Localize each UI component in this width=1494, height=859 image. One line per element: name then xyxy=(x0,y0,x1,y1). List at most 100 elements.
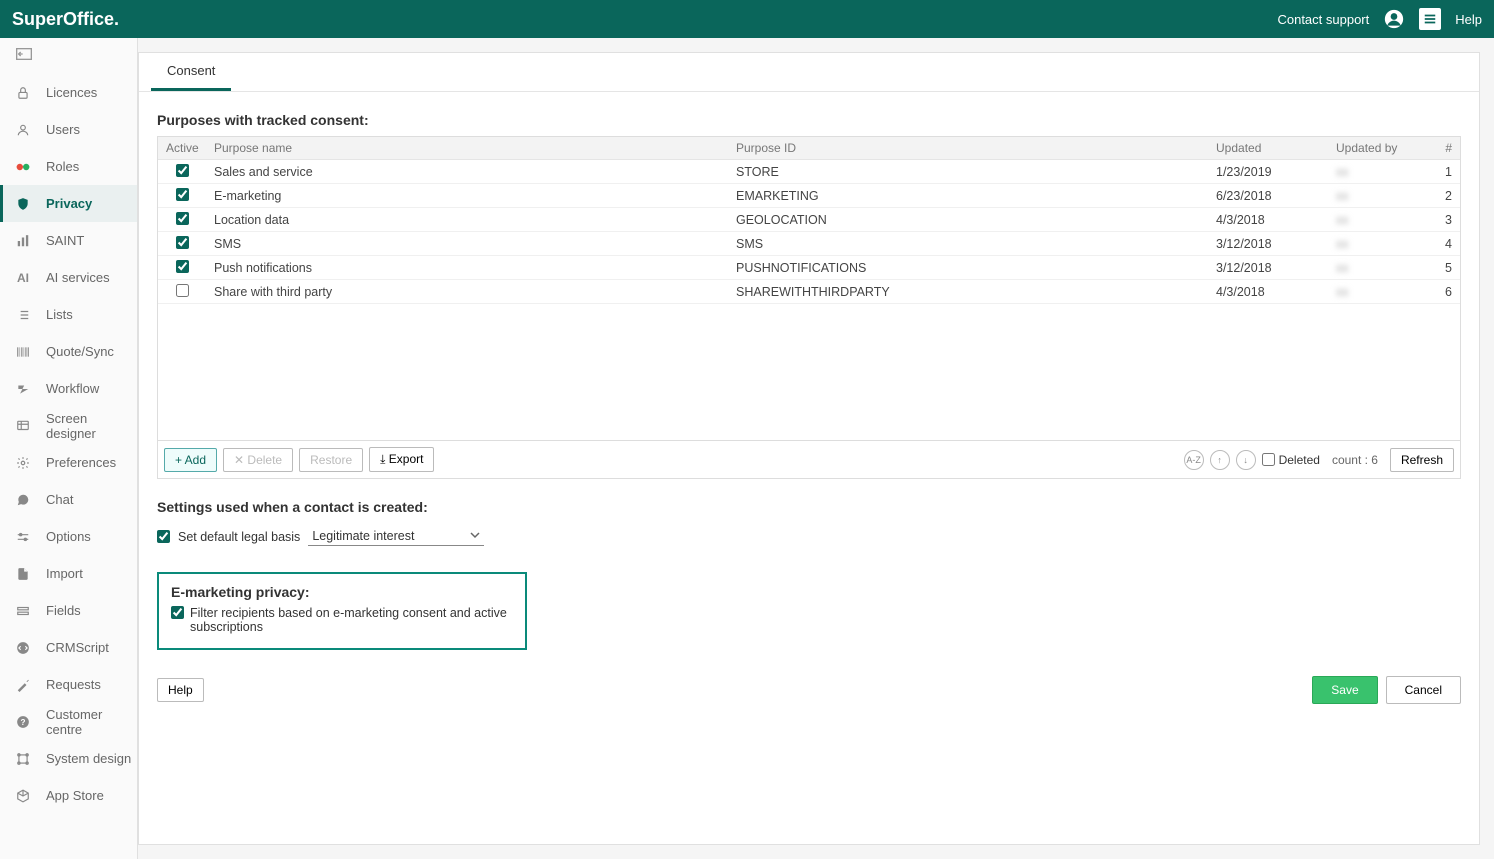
footer-bar: Help Save Cancel xyxy=(157,676,1461,704)
export-button[interactable]: ⤓ Export xyxy=(369,447,434,472)
sidebar-item-fields[interactable]: Fields xyxy=(0,592,137,629)
menu-icon[interactable] xyxy=(1419,8,1441,30)
table-row[interactable]: Sales and serviceSTORE1/23/2019xx1 xyxy=(158,160,1460,184)
sidebar-item-crmscript[interactable]: CRMScript xyxy=(0,629,137,666)
add-button[interactable]: + Add xyxy=(164,448,217,472)
sidebar-item-requests[interactable]: Requests xyxy=(0,666,137,703)
delete-button[interactable]: ✕ Delete xyxy=(223,448,293,472)
tabs: Consent xyxy=(139,53,1479,92)
sidebar-item-licences[interactable]: Licences xyxy=(0,74,137,111)
row-id: SMS xyxy=(728,233,1208,255)
legal-basis-select[interactable]: Legitimate interest xyxy=(308,527,484,546)
refresh-button[interactable]: Refresh xyxy=(1390,448,1454,472)
row-name: SMS xyxy=(206,233,728,255)
help-link[interactable]: Help xyxy=(1455,12,1482,27)
sidebar-item-system-design[interactable]: System design xyxy=(0,740,137,777)
cancel-button[interactable]: Cancel xyxy=(1386,676,1461,704)
brand-logo: SuperOffice. xyxy=(12,9,1277,30)
row-active-checkbox[interactable] xyxy=(176,212,189,225)
row-active-checkbox[interactable] xyxy=(176,236,189,249)
sidebar-item-quote-sync[interactable]: Quote/Sync xyxy=(0,333,137,370)
row-index: 2 xyxy=(1428,185,1460,207)
emarketing-privacy-box: E-marketing privacy: Filter recipients b… xyxy=(157,572,527,650)
sidebar-item-options[interactable]: Options xyxy=(0,518,137,555)
col-id[interactable]: Purpose ID xyxy=(728,137,1208,159)
list-icon xyxy=(14,306,32,324)
row-index: 5 xyxy=(1428,257,1460,279)
sidebar-item-saint[interactable]: SAINT xyxy=(0,222,137,259)
sidebar-item-workflow[interactable]: Workflow xyxy=(0,370,137,407)
sidebar-item-label: AI services xyxy=(46,270,110,285)
deleted-checkbox[interactable] xyxy=(1262,453,1275,466)
col-name[interactable]: Purpose name xyxy=(206,137,728,159)
user-icon[interactable] xyxy=(1383,8,1405,30)
sidebar-item-label: Lists xyxy=(46,307,73,322)
table-row[interactable]: SMSSMS3/12/2018xx4 xyxy=(158,232,1460,256)
sidebar-item-label: App Store xyxy=(46,788,104,803)
col-active[interactable]: Active xyxy=(158,137,206,159)
row-active-checkbox[interactable] xyxy=(176,284,189,297)
default-legal-basis-checkbox[interactable] xyxy=(157,530,170,543)
row-id: EMARKETING xyxy=(728,185,1208,207)
sidebar-item-roles[interactable]: Roles xyxy=(0,148,137,185)
sidebar-item-ai-services[interactable]: AIAI services xyxy=(0,259,137,296)
col-hash[interactable]: # xyxy=(1428,137,1460,159)
sidebar-item-lists[interactable]: Lists xyxy=(0,296,137,333)
options-icon xyxy=(14,528,32,546)
sort-az-icon[interactable]: A-Z xyxy=(1184,450,1204,470)
sidebar-item-label: Fields xyxy=(46,603,81,618)
sidebar-item-label: Customer centre xyxy=(46,707,137,737)
sidebar-item-chat[interactable]: Chat xyxy=(0,481,137,518)
deleted-toggle[interactable]: Deleted xyxy=(1262,453,1320,467)
default-legal-basis-label: Set default legal basis xyxy=(178,530,300,544)
sidebar-item-label: Import xyxy=(46,566,83,581)
col-updated[interactable]: Updated xyxy=(1208,137,1328,159)
sidebar-item-screen-designer[interactable]: Screen designer xyxy=(0,407,137,444)
collapse-sidebar-icon[interactable] xyxy=(0,48,137,68)
lock-icon xyxy=(14,84,32,102)
save-button[interactable]: Save xyxy=(1312,676,1377,704)
row-index: 6 xyxy=(1428,281,1460,303)
move-up-icon[interactable]: ↑ xyxy=(1210,450,1230,470)
user-icon xyxy=(14,121,32,139)
col-updatedby[interactable]: Updated by xyxy=(1328,137,1428,159)
restore-button[interactable]: Restore xyxy=(299,448,363,472)
help-button[interactable]: Help xyxy=(157,678,204,702)
sidebar-item-preferences[interactable]: Preferences xyxy=(0,444,137,481)
fields-icon xyxy=(14,602,32,620)
chat-icon xyxy=(14,491,32,509)
flow-icon xyxy=(14,380,32,398)
sidebar-item-label: SAINT xyxy=(46,233,84,248)
move-down-icon[interactable]: ↓ xyxy=(1236,450,1256,470)
row-updatedby: xx xyxy=(1328,257,1428,279)
legal-basis-value: Legitimate interest xyxy=(312,529,414,543)
sidebar-item-label: Requests xyxy=(46,677,101,692)
sidebar-item-customer-centre[interactable]: ? Customer centre xyxy=(0,703,137,740)
table-row[interactable]: Push notificationsPUSHNOTIFICATIONS3/12/… xyxy=(158,256,1460,280)
row-active-checkbox[interactable] xyxy=(176,188,189,201)
row-count: count : 6 xyxy=(1332,453,1378,467)
row-active-checkbox[interactable] xyxy=(176,164,189,177)
row-updated: 3/12/2018 xyxy=(1208,233,1328,255)
sidebar-item-label: CRMScript xyxy=(46,640,109,655)
filter-recipients-checkbox[interactable] xyxy=(171,606,184,619)
shield-icon xyxy=(14,195,32,213)
svg-text:?: ? xyxy=(21,717,26,726)
help-icon: ? xyxy=(14,713,32,731)
sidebar-item-import[interactable]: Import xyxy=(0,555,137,592)
contact-support-link[interactable]: Contact support xyxy=(1277,12,1369,27)
row-index: 1 xyxy=(1428,161,1460,183)
row-active-checkbox[interactable] xyxy=(176,260,189,273)
chevron-down-icon xyxy=(470,529,480,543)
sidebar-item-app-store[interactable]: App Store xyxy=(0,777,137,814)
table-row[interactable]: E-marketingEMARKETING6/23/2018xx2 xyxy=(158,184,1460,208)
row-updated: 1/23/2019 xyxy=(1208,161,1328,183)
filter-recipients-toggle[interactable]: Filter recipients based on e-marketing c… xyxy=(171,606,513,634)
tab-consent[interactable]: Consent xyxy=(151,53,231,91)
table-row[interactable]: Share with third partySHAREWITHTHIRDPART… xyxy=(158,280,1460,304)
main-panel: Consent Purposes with tracked consent: A… xyxy=(138,52,1480,845)
sidebar-item-privacy[interactable]: Privacy xyxy=(0,185,137,222)
table-row[interactable]: Location dataGEOLOCATION4/3/2018xx3 xyxy=(158,208,1460,232)
purposes-grid: Active Purpose name Purpose ID Updated U… xyxy=(157,136,1461,479)
sidebar-item-users[interactable]: Users xyxy=(0,111,137,148)
